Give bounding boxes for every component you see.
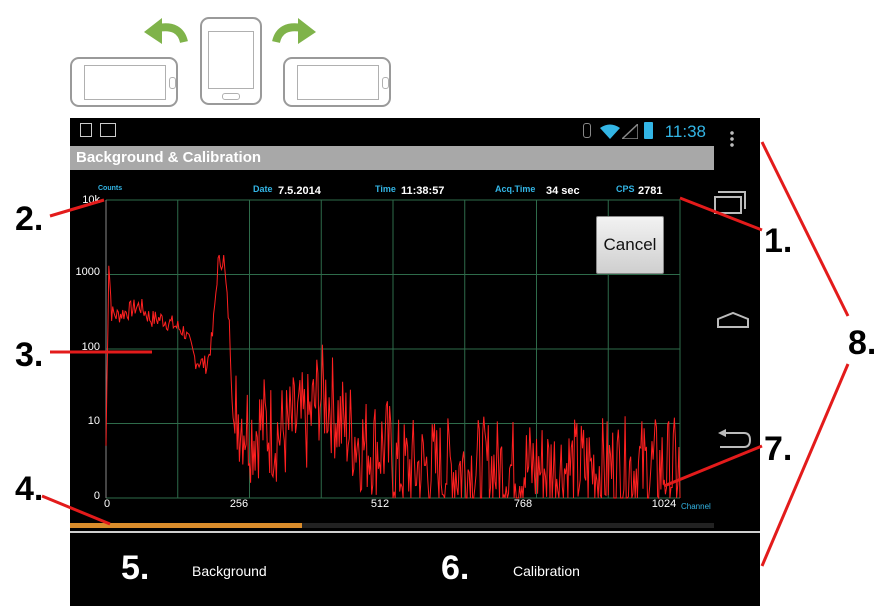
callout-number: 3. bbox=[15, 336, 44, 374]
callout-number: 5. bbox=[121, 549, 150, 587]
callout-number: 8. bbox=[848, 324, 877, 362]
callout-number: 2. bbox=[15, 200, 44, 238]
callout-number: 7. bbox=[764, 430, 793, 468]
callout-number: 1. bbox=[764, 222, 793, 260]
callout-number: 6. bbox=[441, 549, 470, 587]
callout-lines bbox=[41, 141, 850, 567]
callout-number: 4. bbox=[15, 470, 44, 508]
